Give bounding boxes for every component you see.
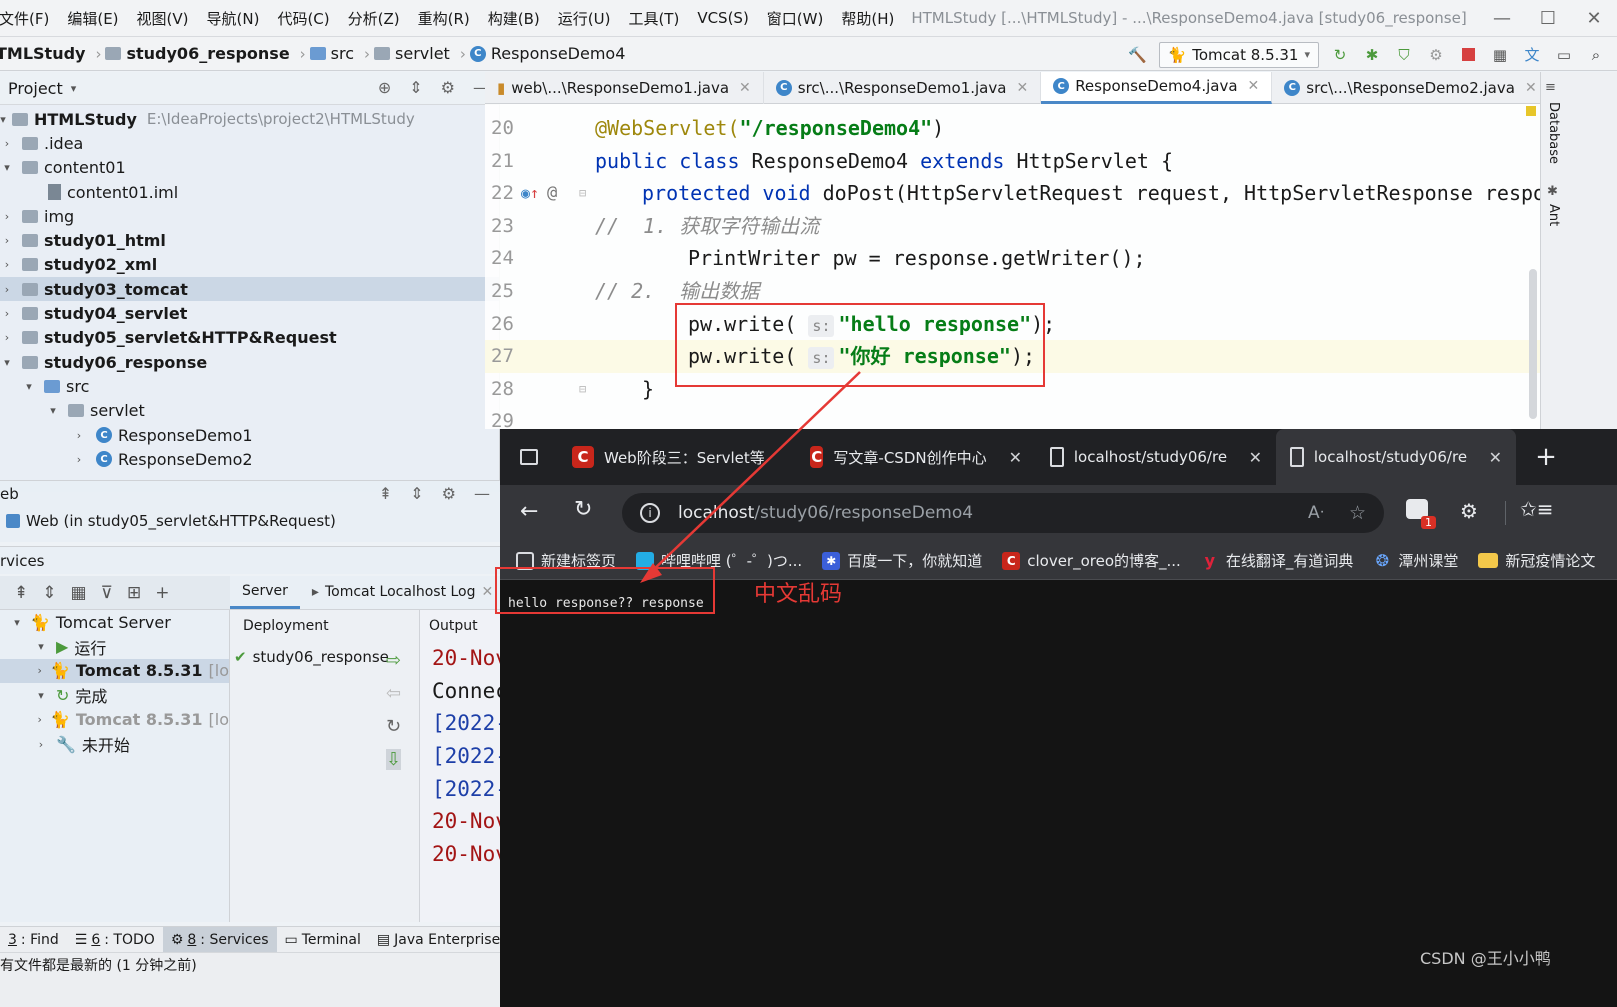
annotation-label: 中文乱码: [754, 582, 843, 607]
annotation-arrow: [640, 371, 861, 583]
watermark-text: CSDN @王小小鸭: [1420, 949, 1551, 968]
